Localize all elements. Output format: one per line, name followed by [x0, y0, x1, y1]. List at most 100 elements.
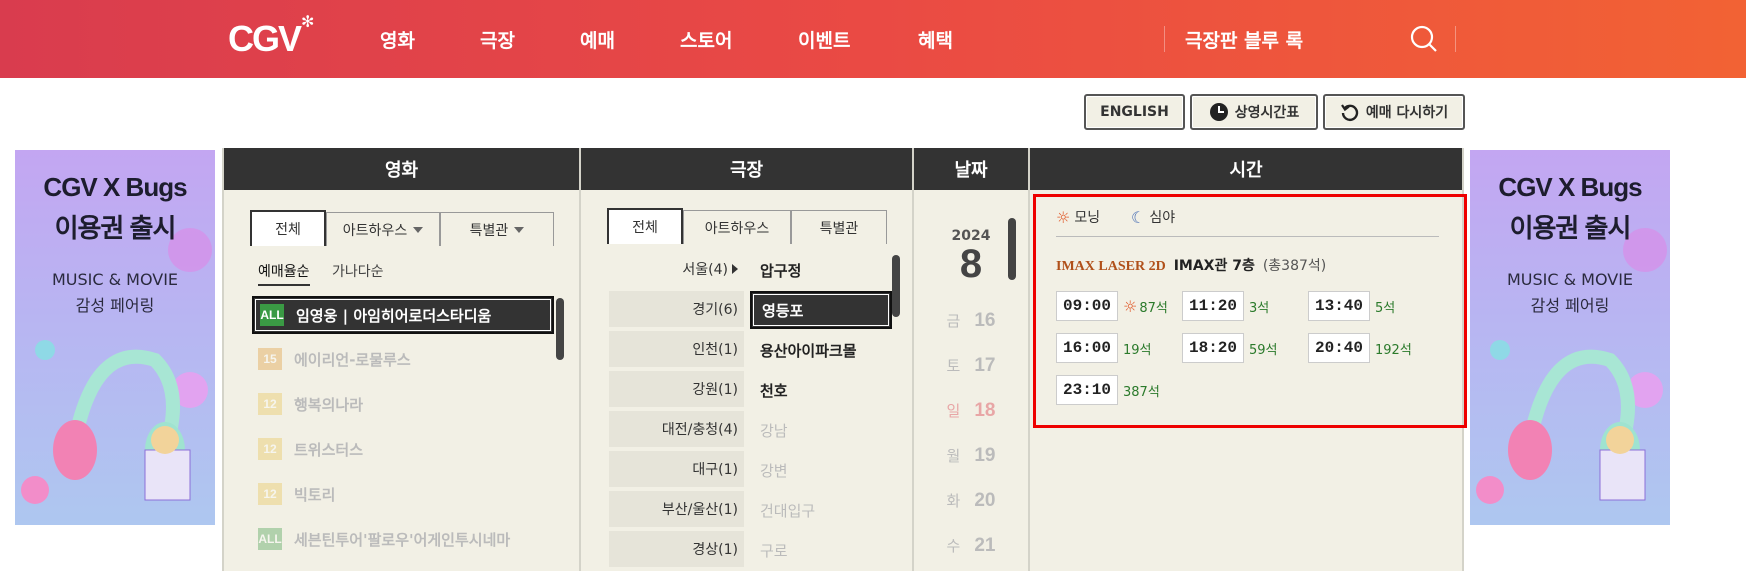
right-ad-banner[interactable]: CGV X Bugs 이용권 출시 MUSIC & MOVIE 감성 페어링 — [1470, 150, 1670, 525]
theater-tab-arthouse[interactable]: 아트하우스 — [683, 210, 791, 244]
triangle-right-icon — [732, 264, 738, 274]
seats-remaining: 3석 — [1249, 301, 1270, 316]
movie-item[interactable]: 12 트위스터스 — [252, 430, 554, 468]
theater-scrollbar[interactable] — [892, 255, 900, 317]
date-item[interactable]: 수 21 — [914, 535, 1028, 557]
ad-title: CGV X Bugs — [43, 172, 187, 202]
rating-12-icon: 12 — [258, 483, 282, 505]
region-label: 경상(1) — [692, 542, 738, 558]
showtime-button[interactable]: 11:20 — [1182, 291, 1244, 321]
region-item[interactable]: 경상(1) — [609, 531, 744, 569]
region-item[interactable]: 강원(1) — [609, 371, 744, 409]
theater-item[interactable]: 압구정 — [750, 251, 892, 289]
rating-all-icon: ALL — [260, 304, 284, 326]
region-label: 서울(4) — [682, 262, 728, 278]
theater-item[interactable]: 천호 — [750, 371, 892, 409]
movie-item[interactable]: 12 빅토리 — [252, 475, 554, 513]
restart-button[interactable]: 예매 다시하기 — [1323, 94, 1465, 130]
date-item[interactable]: 월 19 — [914, 445, 1028, 467]
theater-item[interactable]: 구로 — [750, 531, 892, 569]
theater-item[interactable]: 강남 — [750, 411, 892, 449]
movie-scrollbar[interactable] — [556, 298, 564, 360]
movie-item[interactable]: ALL 임영웅 | 아임히어로더스타디움 — [252, 296, 554, 334]
date-scrollbar[interactable] — [1008, 218, 1016, 280]
theater-tab-special[interactable]: 특별관 — [791, 210, 887, 244]
ad-subtitle-2: 감성 페어링 — [1530, 296, 1610, 315]
showtime-button[interactable]: 18:20 — [1182, 333, 1244, 363]
showtime-button[interactable]: 20:40 — [1308, 333, 1370, 363]
region-item[interactable]: 서울(4) — [609, 251, 744, 289]
tab-label: 아트하우스 — [704, 220, 770, 237]
theater-item[interactable]: 강변 — [750, 451, 892, 489]
time-section: ☼ 모닝 ☾ 심야 IMAX LASER 2D IMAX관 7층 (총387석)… — [1030, 148, 1467, 571]
date-item[interactable]: 일 18 — [914, 400, 1028, 422]
legend-divider — [1056, 236, 1439, 237]
movie-tabs: 전체 아트하우스 특별관 — [250, 210, 554, 246]
refresh-icon — [1341, 104, 1359, 122]
nav-event[interactable]: 이벤트 — [798, 26, 850, 53]
sort-by-name[interactable]: 가나다순 — [332, 261, 384, 281]
nav-store[interactable]: 스토어 — [680, 26, 732, 53]
theater-item[interactable]: 용산아이파크몰 — [750, 331, 892, 369]
reservation-panel: 영화 극장 날짜 시간 전체 아트하우스 특별관 예매율순 가나다순 ALL 임영… — [222, 148, 1467, 571]
region-label: 부산/울산(1) — [661, 502, 738, 518]
region-item[interactable]: 경기(6) — [609, 291, 744, 329]
region-label: 인천(1) — [692, 342, 738, 358]
theater-item[interactable]: 건대입구 — [750, 491, 892, 529]
seats-remaining: ☼ 87석 — [1123, 297, 1168, 316]
sort-by-booking-rate[interactable]: 예매율순 — [258, 261, 310, 286]
showtime-button[interactable]: 16:00 — [1056, 333, 1118, 363]
region-item[interactable]: 대구(1) — [609, 451, 744, 489]
screen-info: IMAX LASER 2D IMAX관 7층 (총387석) — [1056, 255, 1326, 275]
ad-decoration — [1476, 228, 1667, 504]
day-of-week: 월 — [946, 447, 961, 465]
theater-tab-all[interactable]: 전체 — [607, 208, 683, 244]
movie-item[interactable]: ALL 세븐틴투어'팔로우'어게인투시네마 — [252, 520, 554, 558]
seat-count: 87석 — [1139, 301, 1168, 316]
cgv-logo[interactable]: CGV — [228, 18, 302, 60]
day-number: 16 — [974, 310, 996, 331]
chevron-down-icon — [413, 226, 424, 233]
nav-reserve[interactable]: 예매 — [580, 26, 615, 53]
rating-15-icon: 15 — [258, 348, 282, 370]
movie-item[interactable]: 15 에이리언-로물루스 — [252, 340, 554, 378]
left-ad-banner[interactable]: CGV X Bugs 이용권 출시 MUSIC & MOVIE 감성 페어링 — [15, 150, 215, 525]
nav-movie[interactable]: 영화 — [380, 26, 415, 53]
region-item[interactable]: 부산/울산(1) — [609, 491, 744, 529]
nav-benefit[interactable]: 혜택 — [918, 26, 953, 53]
date-item[interactable]: 화 20 — [914, 490, 1028, 512]
showtime-button[interactable]: 09:00 — [1056, 291, 1118, 321]
header-divider-right — [1455, 26, 1456, 52]
day-number: 18 — [974, 400, 996, 421]
region-label: 경기(6) — [692, 302, 738, 318]
schedule-label: 상영시간표 — [1234, 105, 1300, 121]
day-of-week: 수 — [946, 537, 961, 555]
theater-item[interactable]: 영등포 — [750, 291, 892, 329]
movie-tab-all[interactable]: 전체 — [250, 210, 326, 246]
region-item[interactable]: 인천(1) — [609, 331, 744, 369]
day-of-week: 금 — [946, 312, 961, 330]
day-of-week: 토 — [946, 357, 961, 375]
showtime-button[interactable]: 23:10 — [1056, 375, 1118, 405]
region-item[interactable]: 대전/충청(4) — [609, 411, 744, 449]
theater-tabs: 전체 아트하우스 특별관 — [607, 208, 887, 244]
date-item[interactable]: 토 17 — [914, 355, 1028, 377]
tab-label: 전체 — [275, 222, 301, 238]
schedule-button[interactable]: 상영시간표 — [1190, 94, 1318, 130]
date-item[interactable]: 금 16 — [914, 310, 1028, 332]
brand-link[interactable]: 극장판 블루 록 — [1185, 26, 1303, 53]
global-header: CGV ✻ 영화 극장 예매 스토어 이벤트 혜택 극장판 블루 록 — [0, 0, 1746, 78]
rating-12-icon: 12 — [258, 438, 282, 460]
english-button[interactable]: ENGLISH — [1084, 94, 1185, 130]
movie-tab-special[interactable]: 특별관 — [440, 212, 554, 246]
sun-icon: ☼ — [1056, 207, 1071, 227]
seats-remaining: 59석 — [1249, 343, 1278, 358]
movie-title: 빅토리 — [294, 485, 336, 504]
search-icon[interactable] — [1410, 25, 1438, 53]
restart-label: 예매 다시하기 — [1365, 105, 1449, 121]
nav-theater[interactable]: 극장 — [480, 26, 515, 53]
movie-item[interactable]: 12 행복의나라 — [252, 385, 554, 423]
legend-morning: ☼ 모닝 — [1056, 207, 1100, 227]
showtime-button[interactable]: 13:40 — [1308, 291, 1370, 321]
movie-tab-arthouse[interactable]: 아트하우스 — [326, 212, 440, 246]
